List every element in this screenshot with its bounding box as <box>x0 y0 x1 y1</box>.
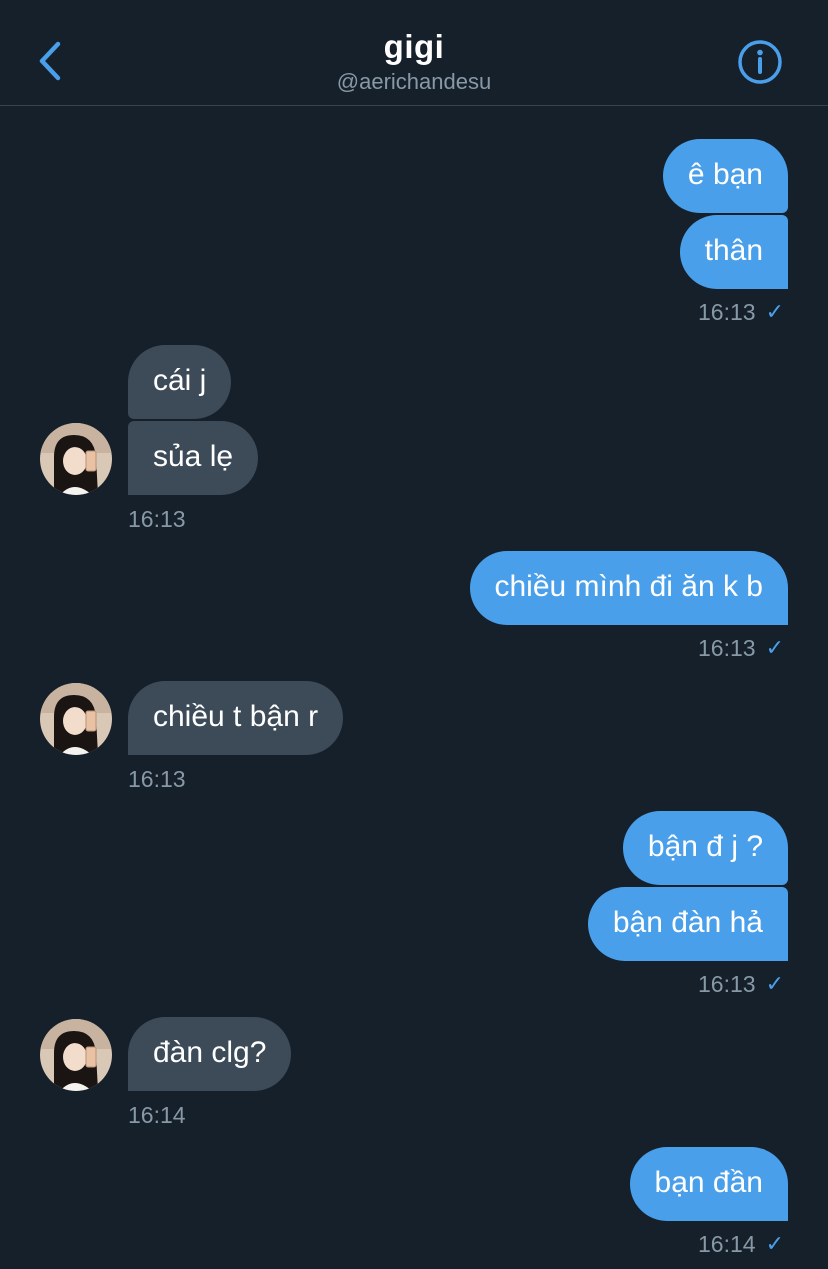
message-timestamp: 16:13 ✓ <box>698 970 784 998</box>
timestamp-text: 16:13 <box>698 971 756 997</box>
conversation-title-block: gigi @aerichandesu <box>0 28 828 96</box>
checkmark-icon: ✓ <box>765 635 784 660</box>
avatar[interactable] <box>40 683 112 755</box>
message-text: ê bạn <box>687 158 763 191</box>
received-message-bubble[interactable]: sủa lẹ <box>128 421 259 495</box>
timestamp-text: 16:13 <box>698 299 756 325</box>
message-text: chiều mình đi ăn k b <box>494 570 764 603</box>
avatar-image <box>40 423 112 495</box>
message-timestamp: 16:14 ✓ <box>698 1230 784 1258</box>
avatar[interactable] <box>40 423 112 495</box>
message-text: đàn clg? <box>153 1036 267 1069</box>
received-message-bubble[interactable]: cái j <box>128 345 232 419</box>
message-text: bận đàn hả <box>612 906 763 939</box>
received-message-bubble[interactable]: đàn clg? <box>128 1017 292 1091</box>
message-timestamp: 16:13 ✓ <box>698 298 784 326</box>
message-text: bạn đần <box>654 1166 763 1199</box>
message-text: sủa lẹ <box>153 440 234 473</box>
avatar[interactable] <box>40 1019 112 1091</box>
sent-message-bubble[interactable]: ê bạn <box>662 139 788 213</box>
conversation-handle: @aerichandesu <box>336 69 492 94</box>
checkmark-icon: ✓ <box>765 1231 784 1256</box>
message-timestamp: 16:14 <box>128 1102 186 1128</box>
timestamp-text: 16:13 <box>698 635 756 661</box>
sent-message-bubble[interactable]: bạn đần <box>629 1147 788 1221</box>
message-text: cái j <box>153 364 207 397</box>
sent-message-bubble[interactable]: bận đàn hả <box>587 887 788 961</box>
message-timestamp: 16:13 <box>128 506 186 532</box>
message-text: chiều t bận r <box>153 700 319 733</box>
sent-message-bubble[interactable]: chiều mình đi ăn k b <box>469 551 788 625</box>
sent-message-bubble[interactable]: thân <box>679 215 788 289</box>
conversation-title: gigi <box>383 28 445 65</box>
info-button[interactable] <box>736 38 784 86</box>
avatar-image <box>40 683 112 755</box>
checkmark-icon: ✓ <box>765 971 784 996</box>
conversation-header: gigi @aerichandesu <box>0 0 828 106</box>
checkmark-icon: ✓ <box>765 299 784 324</box>
received-message-bubble[interactable]: chiều t bận r <box>128 681 344 755</box>
sent-message-bubble[interactable]: bận đ j ? <box>622 811 788 885</box>
timestamp-text: 16:14 <box>698 1231 756 1257</box>
message-timestamp: 16:13 ✓ <box>698 634 784 662</box>
avatar-image <box>40 1019 112 1091</box>
info-icon <box>738 40 782 84</box>
message-timestamp: 16:13 <box>128 766 186 792</box>
message-text: thân <box>704 234 763 267</box>
message-text: bận đ j ? <box>647 830 763 863</box>
